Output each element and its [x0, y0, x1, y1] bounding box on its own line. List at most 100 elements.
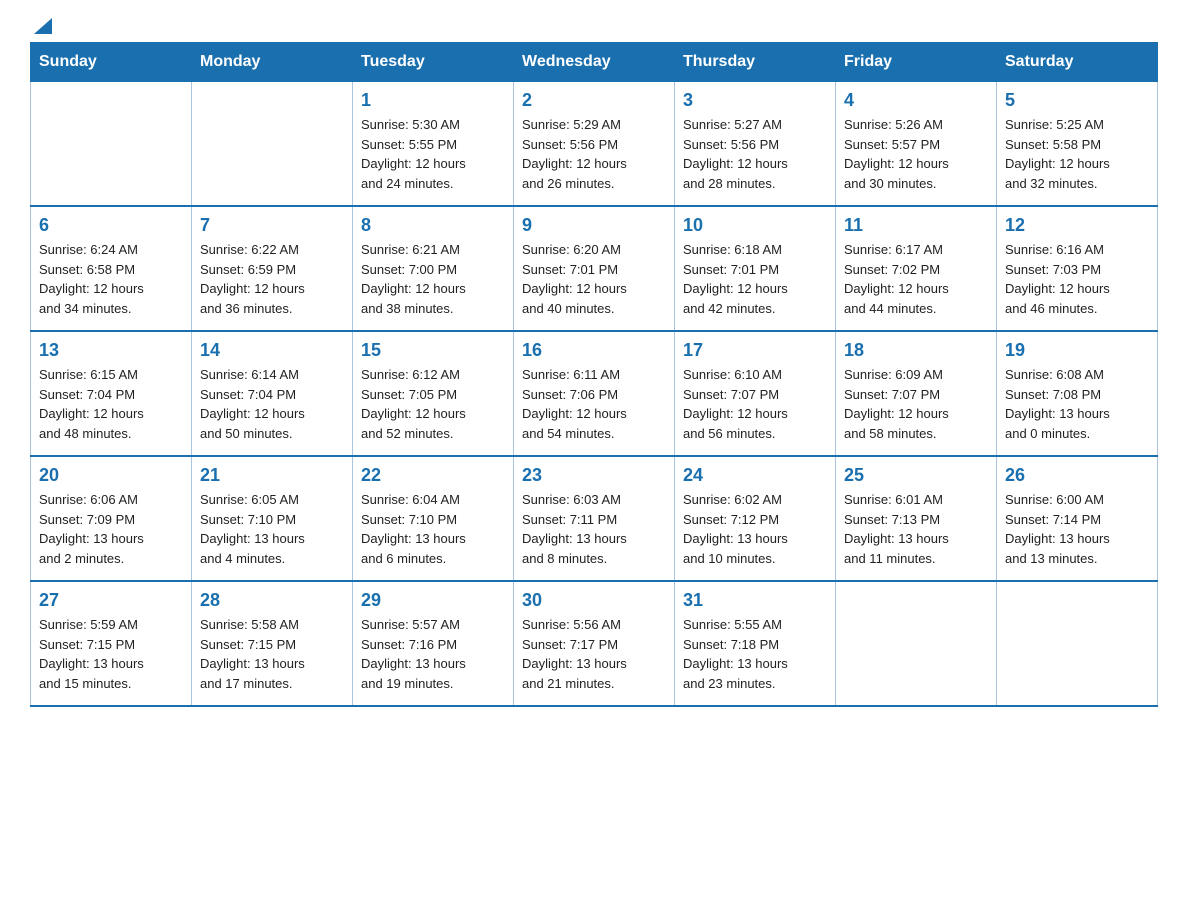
day-number: 12	[1005, 215, 1149, 236]
day-number: 8	[361, 215, 505, 236]
day-number: 27	[39, 590, 183, 611]
weekday-header-row: SundayMondayTuesdayWednesdayThursdayFrid…	[31, 43, 1158, 82]
day-number: 2	[522, 90, 666, 111]
day-details: Sunrise: 5:59 AM Sunset: 7:15 PM Dayligh…	[39, 615, 183, 693]
day-details: Sunrise: 6:05 AM Sunset: 7:10 PM Dayligh…	[200, 490, 344, 568]
day-details: Sunrise: 6:16 AM Sunset: 7:03 PM Dayligh…	[1005, 240, 1149, 318]
day-number: 26	[1005, 465, 1149, 486]
calendar-cell: 27 Sunrise: 5:59 AM Sunset: 7:15 PM Dayli…	[31, 581, 192, 706]
day-number: 5	[1005, 90, 1149, 111]
calendar-cell: 15Sunrise: 6:12 AM Sunset: 7:05 PM Dayli…	[353, 331, 514, 456]
calendar-cell: 12 Sunrise: 6:16 AM Sunset: 7:03 PM Dayli…	[997, 206, 1158, 331]
day-details: Sunrise: 5:55 AM Sunset: 7:18 PM Dayligh…	[683, 615, 827, 693]
day-details: Sunrise: 5:30 AM Sunset: 5:55 PM Dayligh…	[361, 115, 505, 193]
calendar-cell: 23 Sunrise: 6:03 AM Sunset: 7:11 PM Dayli…	[514, 456, 675, 581]
weekday-header-monday: Monday	[192, 43, 353, 82]
calendar-cell: 17Sunrise: 6:10 AM Sunset: 7:07 PM Dayli…	[675, 331, 836, 456]
calendar-cell: 29 Sunrise: 5:57 AM Sunset: 7:16 PM Dayli…	[353, 581, 514, 706]
calendar-cell	[192, 82, 353, 207]
calendar-cell: 25 Sunrise: 6:01 AM Sunset: 7:13 PM Dayli…	[836, 456, 997, 581]
day-number: 9	[522, 215, 666, 236]
day-number: 31	[683, 590, 827, 611]
day-details: Sunrise: 6:09 AM Sunset: 7:07 PM Dayligh…	[844, 365, 988, 443]
calendar-week-row-3: 13 Sunrise: 6:15 AM Sunset: 7:04 PM Dayli…	[31, 331, 1158, 456]
day-number: 23	[522, 465, 666, 486]
calendar-cell: 24Sunrise: 6:02 AM Sunset: 7:12 PM Dayli…	[675, 456, 836, 581]
day-number: 1	[361, 90, 505, 111]
calendar-cell	[997, 581, 1158, 706]
day-details: Sunrise: 5:56 AM Sunset: 7:17 PM Dayligh…	[522, 615, 666, 693]
day-details: Sunrise: 6:08 AM Sunset: 7:08 PM Dayligh…	[1005, 365, 1149, 443]
day-number: 14	[200, 340, 344, 361]
day-details: Sunrise: 5:58 AM Sunset: 7:15 PM Dayligh…	[200, 615, 344, 693]
calendar-cell: 26 Sunrise: 6:00 AM Sunset: 7:14 PM Dayli…	[997, 456, 1158, 581]
weekday-header-wednesday: Wednesday	[514, 43, 675, 82]
day-number: 17	[683, 340, 827, 361]
day-details: Sunrise: 6:15 AM Sunset: 7:04 PM Dayligh…	[39, 365, 183, 443]
page-header	[30, 20, 1158, 32]
calendar-cell	[836, 581, 997, 706]
calendar-cell: 7 Sunrise: 6:22 AM Sunset: 6:59 PM Daylig…	[192, 206, 353, 331]
calendar-week-row-5: 27 Sunrise: 5:59 AM Sunset: 7:15 PM Dayli…	[31, 581, 1158, 706]
day-details: Sunrise: 5:29 AM Sunset: 5:56 PM Dayligh…	[522, 115, 666, 193]
calendar-cell: 14 Sunrise: 6:14 AM Sunset: 7:04 PM Dayli…	[192, 331, 353, 456]
calendar-cell: 19 Sunrise: 6:08 AM Sunset: 7:08 PM Dayli…	[997, 331, 1158, 456]
logo	[30, 20, 54, 32]
day-details: Sunrise: 6:24 AM Sunset: 6:58 PM Dayligh…	[39, 240, 183, 318]
calendar-week-row-1: 1 Sunrise: 5:30 AM Sunset: 5:55 PM Daylig…	[31, 82, 1158, 207]
day-number: 20	[39, 465, 183, 486]
day-number: 24	[683, 465, 827, 486]
day-number: 19	[1005, 340, 1149, 361]
calendar-table: SundayMondayTuesdayWednesdayThursdayFrid…	[30, 42, 1158, 707]
day-number: 10	[683, 215, 827, 236]
weekday-header-sunday: Sunday	[31, 43, 192, 82]
calendar-cell: 13 Sunrise: 6:15 AM Sunset: 7:04 PM Dayli…	[31, 331, 192, 456]
calendar-cell	[31, 82, 192, 207]
day-details: Sunrise: 6:01 AM Sunset: 7:13 PM Dayligh…	[844, 490, 988, 568]
day-details: Sunrise: 6:06 AM Sunset: 7:09 PM Dayligh…	[39, 490, 183, 568]
calendar-cell: 20 Sunrise: 6:06 AM Sunset: 7:09 PM Dayli…	[31, 456, 192, 581]
day-details: Sunrise: 6:18 AM Sunset: 7:01 PM Dayligh…	[683, 240, 827, 318]
logo-triangle-icon	[32, 16, 54, 38]
day-details: Sunrise: 6:14 AM Sunset: 7:04 PM Dayligh…	[200, 365, 344, 443]
day-details: Sunrise: 6:21 AM Sunset: 7:00 PM Dayligh…	[361, 240, 505, 318]
day-details: Sunrise: 5:27 AM Sunset: 5:56 PM Dayligh…	[683, 115, 827, 193]
day-number: 13	[39, 340, 183, 361]
weekday-header-thursday: Thursday	[675, 43, 836, 82]
calendar-cell: 30 Sunrise: 5:56 AM Sunset: 7:17 PM Dayli…	[514, 581, 675, 706]
calendar-cell: 9Sunrise: 6:20 AM Sunset: 7:01 PM Daylig…	[514, 206, 675, 331]
day-details: Sunrise: 6:11 AM Sunset: 7:06 PM Dayligh…	[522, 365, 666, 443]
calendar-week-row-2: 6 Sunrise: 6:24 AM Sunset: 6:58 PM Daylig…	[31, 206, 1158, 331]
weekday-header-friday: Friday	[836, 43, 997, 82]
calendar-cell: 21 Sunrise: 6:05 AM Sunset: 7:10 PM Dayli…	[192, 456, 353, 581]
calendar-cell: 16 Sunrise: 6:11 AM Sunset: 7:06 PM Dayli…	[514, 331, 675, 456]
day-number: 21	[200, 465, 344, 486]
calendar-cell: 4Sunrise: 5:26 AM Sunset: 5:57 PM Daylig…	[836, 82, 997, 207]
day-details: Sunrise: 5:57 AM Sunset: 7:16 PM Dayligh…	[361, 615, 505, 693]
weekday-header-tuesday: Tuesday	[353, 43, 514, 82]
day-number: 6	[39, 215, 183, 236]
day-details: Sunrise: 6:22 AM Sunset: 6:59 PM Dayligh…	[200, 240, 344, 318]
calendar-week-row-4: 20 Sunrise: 6:06 AM Sunset: 7:09 PM Dayli…	[31, 456, 1158, 581]
day-details: Sunrise: 6:12 AM Sunset: 7:05 PM Dayligh…	[361, 365, 505, 443]
day-number: 7	[200, 215, 344, 236]
day-details: Sunrise: 5:25 AM Sunset: 5:58 PM Dayligh…	[1005, 115, 1149, 193]
day-number: 29	[361, 590, 505, 611]
day-number: 22	[361, 465, 505, 486]
day-details: Sunrise: 5:26 AM Sunset: 5:57 PM Dayligh…	[844, 115, 988, 193]
weekday-header-saturday: Saturday	[997, 43, 1158, 82]
calendar-cell: 18 Sunrise: 6:09 AM Sunset: 7:07 PM Dayli…	[836, 331, 997, 456]
day-details: Sunrise: 6:03 AM Sunset: 7:11 PM Dayligh…	[522, 490, 666, 568]
day-number: 18	[844, 340, 988, 361]
calendar-cell: 28 Sunrise: 5:58 AM Sunset: 7:15 PM Dayli…	[192, 581, 353, 706]
day-number: 30	[522, 590, 666, 611]
calendar-cell: 1 Sunrise: 5:30 AM Sunset: 5:55 PM Daylig…	[353, 82, 514, 207]
day-number: 16	[522, 340, 666, 361]
calendar-cell: 2 Sunrise: 5:29 AM Sunset: 5:56 PM Daylig…	[514, 82, 675, 207]
calendar-cell: 5 Sunrise: 5:25 AM Sunset: 5:58 PM Daylig…	[997, 82, 1158, 207]
calendar-cell: 11Sunrise: 6:17 AM Sunset: 7:02 PM Dayli…	[836, 206, 997, 331]
day-number: 28	[200, 590, 344, 611]
day-number: 11	[844, 215, 988, 236]
day-details: Sunrise: 6:00 AM Sunset: 7:14 PM Dayligh…	[1005, 490, 1149, 568]
day-number: 25	[844, 465, 988, 486]
